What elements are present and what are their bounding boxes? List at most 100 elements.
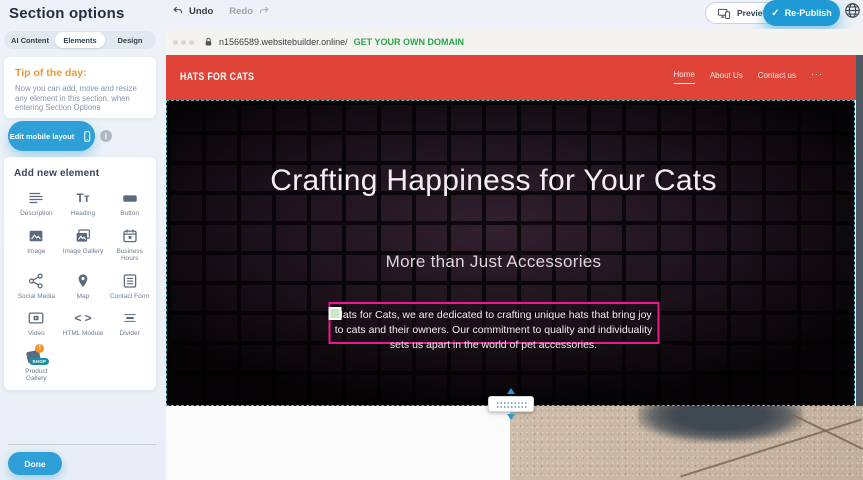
nav-more-menu[interactable]: ··· (811, 69, 823, 85)
done-button[interactable]: Done (8, 452, 62, 475)
lock-icon (203, 36, 214, 48)
hero-paragraph-box[interactable]: Hats for Cats, we are dedicated to craft… (328, 302, 659, 344)
page-title: Section options (9, 5, 125, 22)
tab-ai-content[interactable]: AI Content (5, 32, 55, 48)
shadow-blob (638, 406, 803, 442)
add-element-panel: Add new element Description Tт HeadingButt… (4, 157, 156, 390)
business-hours-icon (121, 227, 139, 245)
element-item-label: Button (108, 210, 152, 218)
next-section-image (510, 406, 863, 480)
element-item-label: Contact Form (108, 293, 152, 301)
language-globe-button[interactable] (841, 1, 863, 23)
nav-item-home[interactable]: Home (674, 70, 695, 84)
element-item-label: Image (14, 248, 58, 256)
hero-heading[interactable]: Crafting Happiness for Your Cats (167, 161, 820, 201)
undo-button[interactable]: Undo (172, 5, 213, 18)
add-element-title: Add new element (14, 168, 152, 179)
hero-content: Crafting Happiness for Your Cats More th… (167, 101, 820, 405)
element-item-label: Image Gallery (61, 248, 105, 256)
globe-icon (843, 1, 862, 20)
video-icon (27, 309, 45, 327)
hero-paragraph: Hats for Cats, we are dedicated to craft… (330, 308, 657, 353)
element-grid: Description Tт HeadingButton ImageImage Gal… (14, 189, 152, 383)
section-resize-handle[interactable] (488, 396, 534, 412)
resize-down-arrow-icon (507, 414, 515, 420)
hero-section[interactable]: Crafting Happiness for Your Cats More th… (166, 100, 855, 406)
heading-icon: Tт (76, 189, 89, 207)
nav-item-contact-us[interactable]: Contact us (758, 71, 796, 84)
html-module-icon: < > (74, 309, 91, 327)
tip-title: Tip of the day: (15, 67, 145, 79)
element-item-label: HTML Module (61, 330, 105, 338)
resize-up-arrow-icon (507, 388, 515, 394)
element-item-product-gallery[interactable]: ! SHOP Product Gallery (14, 347, 59, 383)
site-url[interactable]: n1566589.websitebuilder.online/ (219, 37, 348, 47)
element-item-video[interactable]: Video (14, 309, 59, 338)
element-item-contact-form[interactable]: Contact Form (107, 272, 152, 301)
shop-badge: SHOP (29, 358, 49, 365)
tab-elements[interactable]: Elements (55, 32, 105, 48)
phone-icon (81, 129, 93, 144)
redo-label: Redo (229, 6, 253, 17)
window-dots-icon (173, 40, 194, 45)
republish-button[interactable]: ✓ Re-Publish (763, 0, 840, 26)
element-item-image-gallery[interactable]: Image Gallery (61, 227, 106, 263)
element-item-divider[interactable]: Divider (107, 309, 152, 338)
edit-mobile-label: Edit mobile layout (10, 132, 75, 141)
republish-label: Re-Publish (785, 8, 832, 18)
element-item-label: Heading (61, 210, 105, 218)
element-item-map[interactable]: Map (61, 272, 106, 301)
element-item-business-hours[interactable]: Business Hours (107, 227, 152, 263)
site-preview: n1566589.websitebuilder.online/ GET YOUR… (166, 29, 863, 480)
site-logo[interactable]: HATS FOR CATS (180, 71, 254, 83)
element-item-label: Social Media (14, 293, 58, 301)
tip-body: Now you can add, move and resize any ele… (15, 84, 145, 113)
social-media-icon (27, 272, 45, 290)
image-icon (27, 227, 45, 245)
element-item-social-media[interactable]: Social Media (14, 272, 59, 301)
description-icon (27, 189, 45, 207)
notification-badge: ! (35, 344, 44, 353)
element-item-label: Map (61, 293, 105, 301)
product-gallery-icon: ! SHOP (26, 347, 46, 365)
divider-icon (121, 309, 139, 327)
element-item-image[interactable]: Image (14, 227, 59, 263)
edit-mobile-layout-button[interactable]: Edit mobile layout (8, 121, 95, 151)
element-item-heading[interactable]: Tт Heading (61, 189, 106, 218)
site-header: HATS FOR CATS Home About Us Contact us ··· (166, 55, 863, 100)
tab-design[interactable]: Design (105, 32, 155, 48)
image-gallery-icon (74, 227, 92, 245)
grip-dots-icon (496, 401, 528, 409)
element-item-label: Description (14, 210, 58, 218)
element-item-label: Business Hours (108, 248, 152, 263)
history-controls: Undo Redo (172, 5, 270, 18)
redo-icon (257, 5, 270, 18)
sidebar-tabs: AI ContentElementsDesign (4, 31, 156, 49)
element-item-label: Video (14, 330, 58, 338)
map-icon (74, 272, 92, 290)
check-icon: ✓ (771, 8, 779, 19)
button-icon (121, 189, 139, 207)
hero-subheading[interactable]: More than Just Accessories (167, 252, 820, 272)
redo-button[interactable]: Redo (229, 5, 270, 18)
element-item-description[interactable]: Description (14, 189, 59, 218)
site-nav: Home About Us Contact us ··· (674, 69, 824, 85)
app-window: Section options Undo Redo Preview ✓ Re-P… (0, 0, 863, 480)
tip-card: Tip of the day: Now you can add, move an… (4, 57, 156, 118)
element-item-label: Divider (108, 330, 152, 338)
info-icon[interactable]: i (100, 130, 112, 142)
preview-scrollbar[interactable] (856, 55, 863, 406)
element-item-label: Product Gallery (14, 368, 58, 383)
element-drag-handle[interactable] (328, 307, 341, 320)
devices-icon (717, 7, 731, 20)
undo-label: Undo (189, 6, 213, 17)
contact-form-icon (121, 272, 139, 290)
element-item-html-module[interactable]: < > HTML Module (61, 309, 106, 338)
element-item-button[interactable]: Button (107, 189, 152, 218)
next-section-background (166, 406, 510, 480)
nav-item-about-us[interactable]: About Us (710, 71, 743, 84)
undo-icon (172, 5, 185, 18)
browser-bar: n1566589.websitebuilder.online/ GET YOUR… (166, 29, 863, 55)
sidebar-divider (8, 444, 156, 445)
get-domain-link[interactable]: GET YOUR OWN DOMAIN (354, 37, 464, 47)
